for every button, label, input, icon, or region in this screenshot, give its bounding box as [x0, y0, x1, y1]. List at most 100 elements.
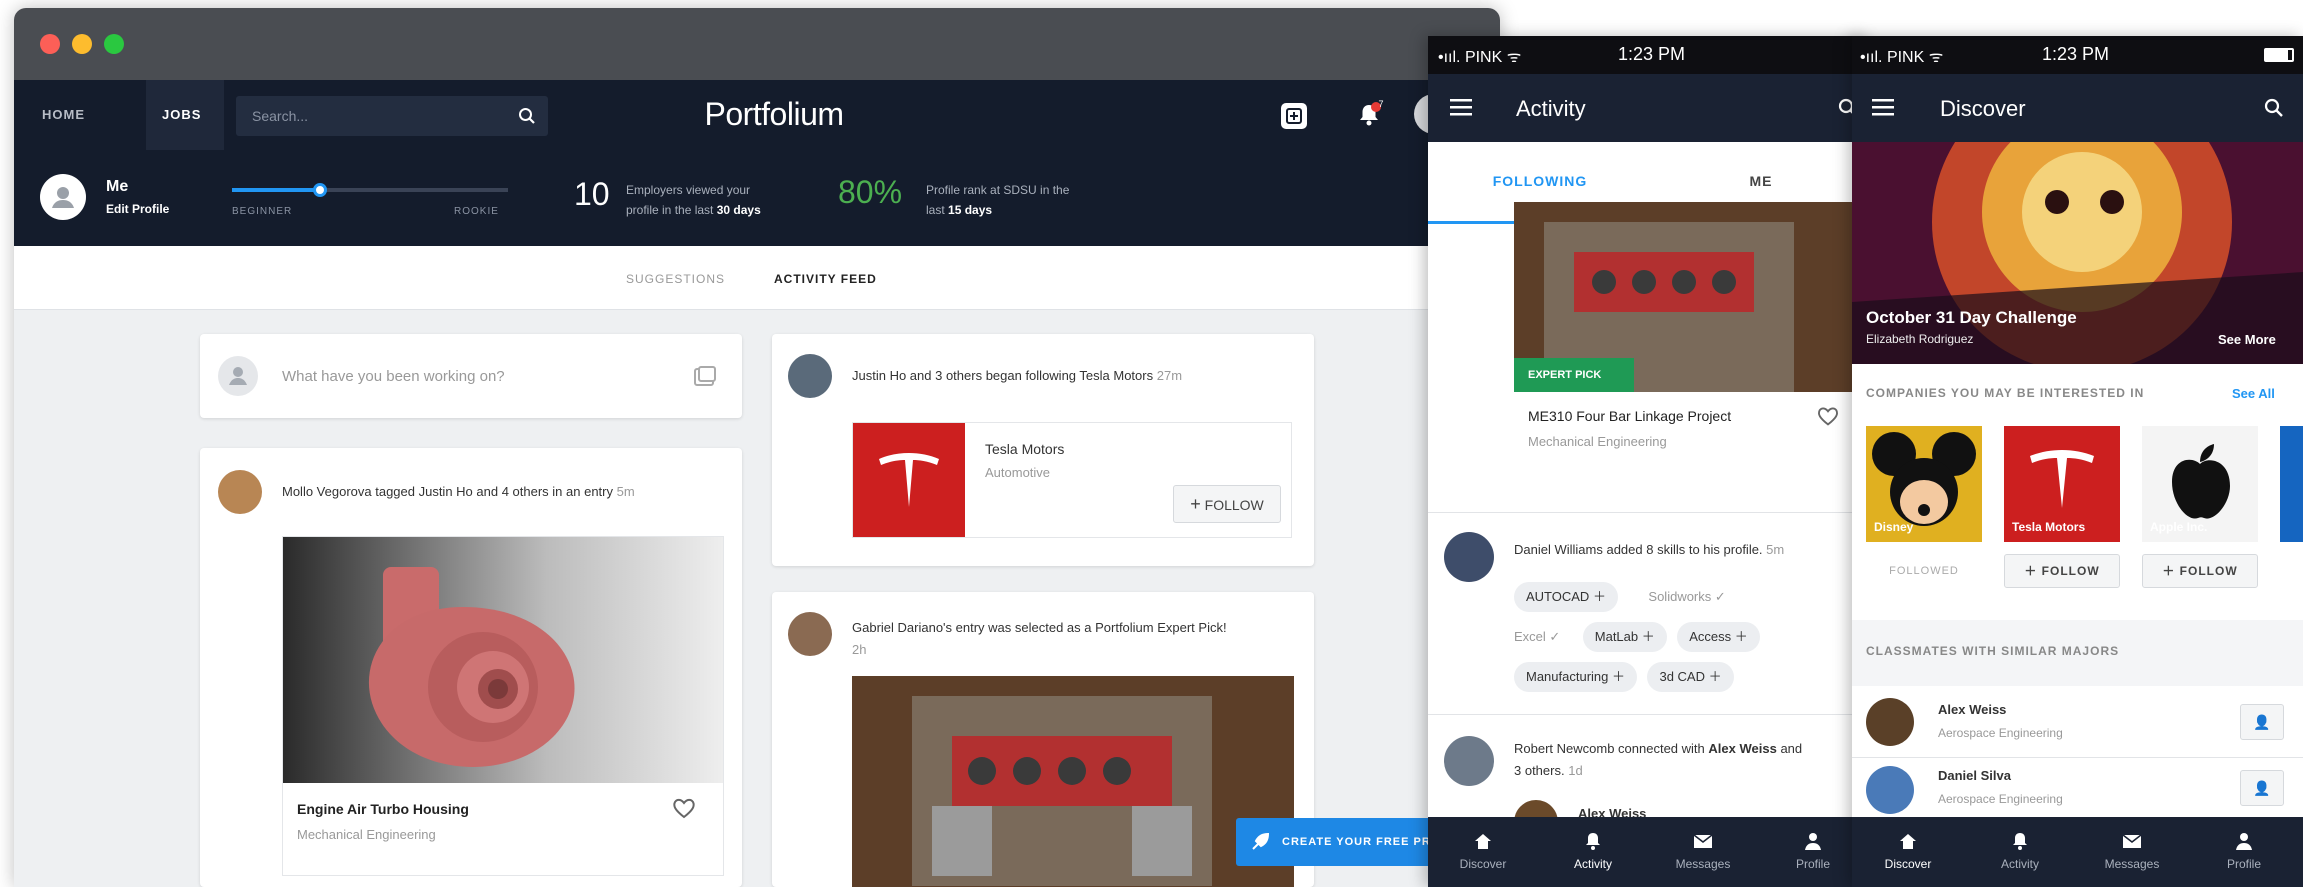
home-icon: [1475, 834, 1491, 849]
tab-activity[interactable]: Activity: [1964, 817, 2076, 887]
maximize-window-button[interactable]: [104, 34, 124, 54]
company-tile-apple[interactable]: Apple Inc.: [2142, 426, 2258, 542]
bell-icon: [2013, 833, 2027, 850]
skill-manufacturing[interactable]: Manufacturing ＋: [1514, 662, 1638, 692]
nav-home[interactable]: HOME: [42, 80, 85, 150]
entry-card[interactable]: Engine Air Turbo Housing Mechanical Engi…: [282, 536, 724, 876]
minimize-window-button[interactable]: [72, 34, 92, 54]
skill-autocad[interactable]: AUTOCAD ＋: [1514, 582, 1618, 612]
connect-text-a: Robert Newcomb connected with: [1514, 741, 1705, 756]
nav-jobs[interactable]: JOBS: [162, 80, 201, 150]
connect-button[interactable]: 👤: [2240, 704, 2284, 740]
see-more-link[interactable]: See More: [2218, 332, 2276, 347]
progress-handle: [313, 183, 328, 197]
follow-tesla-button[interactable]: ＋ FOLLOW: [2004, 554, 2120, 588]
divider: [1428, 714, 1870, 715]
tab-activity-feed[interactable]: ACTIVITY FEED: [774, 272, 877, 286]
skill-excel: Excel ✓: [1514, 629, 1561, 644]
profile-avatar[interactable]: [40, 174, 86, 220]
screen-title: Activity: [1516, 96, 1586, 121]
expert-pick-badge: EXPERT PICK: [1514, 358, 1634, 392]
classmate-name: Daniel Silva: [1938, 768, 2011, 783]
menu-icon[interactable]: [1450, 98, 1472, 116]
heart-icon[interactable]: [669, 793, 699, 823]
add-media-icon[interactable]: [692, 364, 718, 390]
person-icon: [2236, 833, 2252, 850]
views-line-2-text: profile in the last: [626, 203, 714, 217]
app-bar: Discover: [1852, 74, 2303, 142]
tab-profile[interactable]: Profile: [2188, 817, 2300, 887]
company-tile-tesla[interactable]: Tesla Motors: [2004, 426, 2120, 542]
company-card[interactable]: Tesla Motors Automotive + FOLLOW: [852, 422, 1292, 538]
profile-name: Me: [106, 178, 129, 195]
skill-3d-cad[interactable]: 3d CAD ＋: [1647, 662, 1734, 692]
followed-label: FOLLOWED: [1889, 565, 1959, 577]
tab-messages[interactable]: Messages: [1648, 817, 1758, 887]
views-line-1: Employers viewed your: [626, 183, 751, 197]
challenge-artwork: [1852, 142, 2303, 364]
company-tile-disney[interactable]: Disney: [1866, 426, 1982, 542]
close-window-button[interactable]: [40, 34, 60, 54]
turbo-housing-image: [283, 537, 723, 783]
skill-label: Solidworks: [1648, 589, 1712, 604]
classmate-avatar: [1866, 766, 1914, 814]
post-author-avatar[interactable]: [1444, 532, 1494, 582]
rank-line-2-text: last: [926, 203, 945, 217]
post-author-avatar[interactable]: [788, 354, 832, 398]
classmate-row[interactable]: Alex Weiss Aerospace Engineering 👤: [1852, 686, 2303, 758]
search-icon[interactable]: [518, 107, 536, 125]
skill-access[interactable]: Access ＋: [1677, 622, 1760, 652]
skills-list: AUTOCAD ＋ Solidworks ✓: [1514, 582, 1864, 612]
tab-discover[interactable]: Discover: [1852, 817, 1964, 887]
tab-discover[interactable]: Discover: [1428, 817, 1538, 887]
edit-profile-link[interactable]: Edit Profile: [106, 202, 169, 216]
connect-text-c: 3 others.: [1514, 763, 1565, 778]
post-composer[interactable]: What have you been working on?: [200, 334, 742, 418]
post-author-avatar[interactable]: [1444, 736, 1494, 786]
brand-logo[interactable]: Portfolium: [614, 96, 934, 133]
skill-matlab[interactable]: MatLab ＋: [1582, 622, 1667, 652]
tab-activity[interactable]: Activity: [1538, 817, 1648, 887]
notification-count: 7: [1378, 99, 1384, 109]
tesla-t-icon: [879, 453, 939, 507]
rank-percent: 80%: [838, 174, 903, 210]
carrier-label: •ııl. PINK ᯤ: [1438, 49, 1522, 66]
discover-phone: •ııl. PINK ᯤ 1:23 PM Discover October 31…: [1852, 36, 2303, 887]
skills-post-header: Daniel Williams added 8 skills to his pr…: [1514, 542, 1784, 557]
post-time: 5m: [1766, 542, 1785, 557]
featured-challenge[interactable]: October 31 Day Challenge Elizabeth Rodri…: [1852, 142, 2303, 364]
post-author-avatar[interactable]: [788, 612, 832, 656]
expert-pick-image[interactable]: [852, 676, 1294, 887]
progress-fill: [232, 188, 321, 192]
add-entry-icon[interactable]: [1278, 100, 1310, 132]
search-icon[interactable]: [2264, 98, 2284, 118]
tab-suggestions[interactable]: SUGGESTIONS: [626, 272, 725, 286]
post-text: Mollo Vegorova tagged Justin Ho and 4 ot…: [282, 484, 613, 499]
person-icon: [52, 187, 74, 208]
follow-label: FOLLOW: [1204, 497, 1264, 513]
post-author-avatar[interactable]: [218, 470, 262, 514]
heart-icon[interactable]: [1814, 402, 1842, 430]
see-all-link[interactable]: See All: [2232, 386, 2275, 401]
feed-post-turbo: Mollo Vegorova tagged Justin Ho and 4 ot…: [200, 448, 742, 887]
follow-apple-button[interactable]: ＋ FOLLOW: [2142, 554, 2258, 588]
profile-summary-bar: Me Edit Profile BEGINNER ROOKIE 10 Emplo…: [14, 150, 1500, 246]
tab-messages[interactable]: Messages: [2076, 817, 2188, 887]
level-beginner: BEGINNER: [232, 206, 293, 217]
bell-icon: [1586, 833, 1600, 850]
follow-label: FOLLOW: [2041, 564, 2100, 578]
carrier-name: PINK: [1464, 49, 1503, 66]
connect-button[interactable]: 👤: [2240, 770, 2284, 806]
connect-line-1: Robert Newcomb connected with Alex Weiss…: [1514, 738, 1864, 760]
expert-pick-card[interactable]: EXPERT PICK ME310 Four Bar Linkage Proje…: [1514, 202, 1854, 482]
envelope-icon: [2122, 834, 2142, 848]
home-icon: [1900, 834, 1916, 849]
company-tile-partial[interactable]: [2280, 426, 2303, 542]
divider: [1428, 512, 1870, 513]
follow-button[interactable]: + FOLLOW: [1173, 485, 1281, 523]
post-time: 27m: [1156, 368, 1183, 383]
menu-icon[interactable]: [1872, 98, 1894, 116]
search-input[interactable]: Search...: [236, 96, 548, 136]
classmate-row[interactable]: Daniel Silva Aerospace Engineering 👤: [1852, 758, 2303, 818]
challenge-author: Elizabeth Rodriguez: [1866, 332, 1974, 346]
